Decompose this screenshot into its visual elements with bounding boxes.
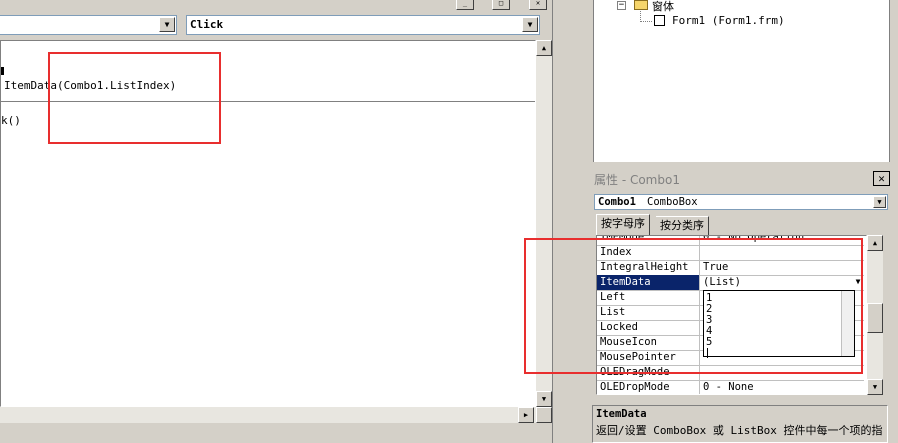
highlight-box-properties bbox=[524, 238, 863, 374]
scroll-down-button[interactable]: ▼ bbox=[867, 379, 883, 395]
properties-tabs: 按字母序 按分类序 bbox=[596, 214, 886, 237]
tab-alphabetic[interactable]: 按字母序 bbox=[596, 214, 650, 235]
project-explorer: − 窗体 Form1 (Form1.frm) bbox=[557, 0, 898, 170]
procedure-combo-value: Click bbox=[190, 18, 224, 31]
chevron-down-icon: ▼ bbox=[527, 20, 533, 29]
form-icon bbox=[654, 15, 665, 26]
restore-icon: □ bbox=[498, 0, 504, 7]
scroll-thumb[interactable] bbox=[867, 303, 883, 333]
close-icon: ✕ bbox=[878, 172, 885, 185]
scroll-up-button[interactable]: ▲ bbox=[536, 40, 552, 56]
arrow-up-icon: ▲ bbox=[541, 44, 547, 52]
scroll-up-button[interactable]: ▲ bbox=[867, 235, 883, 251]
description-title: ItemData bbox=[596, 408, 647, 420]
properties-title: 属性 - Combo1 bbox=[594, 173, 680, 187]
code-horizontal-scrollbar[interactable]: ▶ bbox=[0, 407, 536, 423]
property-name: OLEDropMode bbox=[597, 380, 700, 394]
property-row[interactable]: OLEDropMode 0 - None bbox=[597, 380, 864, 394]
code-line: k() bbox=[1, 114, 21, 127]
scroll-right-button[interactable]: ▶ bbox=[518, 407, 534, 423]
chevron-down-icon: ▼ bbox=[877, 198, 882, 206]
object-combo-dropdown-button[interactable]: ▼ bbox=[159, 17, 175, 32]
object-selector-name: Combo1 bbox=[598, 196, 636, 208]
arrow-down-icon: ▼ bbox=[872, 383, 878, 391]
restore-button[interactable]: □ bbox=[492, 0, 510, 10]
close-code-button[interactable]: ✕ bbox=[529, 0, 547, 10]
scroll-down-button[interactable]: ▼ bbox=[536, 391, 552, 407]
project-tree[interactable]: − 窗体 Form1 (Form1.frm) bbox=[593, 0, 890, 162]
arrow-right-icon: ▶ bbox=[523, 411, 529, 419]
tab-categorized[interactable]: 按分类序 bbox=[656, 216, 709, 237]
tree-expand-toggle[interactable]: − bbox=[617, 1, 626, 10]
size-grip[interactable] bbox=[536, 407, 552, 423]
folder-icon bbox=[634, 0, 648, 10]
tree-connector-line bbox=[640, 21, 652, 22]
property-value: 0 - None bbox=[703, 381, 754, 393]
object-combo[interactable]: ▼ bbox=[0, 15, 177, 35]
properties-titlebar: 属性 - Combo1 ✕ bbox=[591, 169, 891, 188]
property-grid-scrollbar[interactable]: ▲ ▼ bbox=[867, 235, 883, 395]
code-line-fragment bbox=[1, 67, 4, 75]
highlight-box-code bbox=[48, 52, 221, 144]
arrow-down-icon: ▼ bbox=[541, 395, 547, 403]
description-pane: ItemData 返回/设置 ComboBox 或 ListBox 控件中每一个… bbox=[592, 405, 888, 443]
description-text: 返回/设置 ComboBox 或 ListBox 控件中每一个项的指 bbox=[596, 424, 883, 437]
procedure-combo[interactable]: Click ▼ bbox=[186, 15, 540, 35]
object-selector-type: ComboBox bbox=[647, 196, 698, 208]
minimize-icon: _ bbox=[462, 0, 468, 7]
object-selector-dropdown-button[interactable]: ▼ bbox=[873, 196, 886, 208]
tree-form-label[interactable]: Form1 (Form1.frm) bbox=[672, 14, 785, 27]
chevron-down-icon: ▼ bbox=[164, 20, 170, 29]
close-properties-button[interactable]: ✕ bbox=[873, 171, 890, 186]
arrow-up-icon: ▲ bbox=[872, 239, 878, 247]
close-icon: ✕ bbox=[535, 0, 541, 7]
procedure-combo-dropdown-button[interactable]: ▼ bbox=[522, 17, 538, 32]
object-selector[interactable]: Combo1 ComboBox ▼ bbox=[594, 194, 888, 210]
minimize-button[interactable]: _ bbox=[456, 0, 474, 10]
tree-folder-label[interactable]: 窗体 bbox=[652, 0, 674, 14]
